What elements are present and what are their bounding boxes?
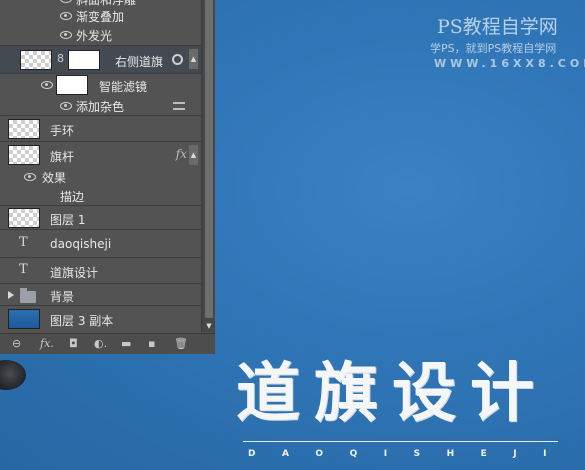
eye-icon[interactable] [41, 81, 53, 89]
link-layers-icon[interactable]: ⊖ [12, 337, 21, 351]
delete-layer-icon[interactable]: 🗑 [174, 337, 188, 351]
eye-icon[interactable] [24, 173, 36, 181]
eye-icon[interactable] [60, 0, 72, 3]
layer-name: 右侧道旗 [115, 55, 164, 69]
eye-icon[interactable] [60, 31, 72, 39]
new-group-icon[interactable]: ▬ [121, 337, 131, 351]
filter-options-icon[interactable] [173, 102, 185, 110]
flagpole-knob [0, 360, 26, 390]
layer-thumbnail [8, 145, 40, 165]
effect-label: 描边 [60, 190, 85, 204]
layer-right-flag[interactable]: 8 右侧道旗 ▲ [0, 46, 201, 74]
chevron-up-icon[interactable]: ▲ [189, 49, 198, 69]
watermark-url: WWW.16XX8.COM [434, 57, 585, 70]
group-background[interactable]: 背景 [0, 284, 201, 306]
layer-text-title[interactable]: T 道旗设计 [0, 258, 201, 284]
layer-thumbnail [20, 50, 52, 70]
layers-panel: 斜面和浮雕 渐变叠加 外发光 8 右侧道旗 ▲ 智能滤镜 添加杂色 手环 旗杆 … [0, 0, 215, 354]
watermark-slogan: 学PS，就到PS教程自学网 [430, 42, 557, 55]
filter-mask-thumbnail [56, 75, 88, 95]
adjustment-layer-icon[interactable]: ◐. [94, 337, 107, 351]
effects-group[interactable]: 效果 [0, 168, 201, 186]
new-layer-icon[interactable]: ▪ [148, 337, 155, 351]
expand-arrow-icon[interactable] [8, 291, 14, 299]
text-layer-icon: T [19, 262, 28, 277]
mask-thumbnail [68, 50, 100, 70]
folder-icon [20, 288, 36, 303]
canvas-title-art: 道旗设计 [236, 357, 548, 431]
layers-scrollbar[interactable]: ▼ [201, 0, 215, 332]
layers-list: 斜面和浮雕 渐变叠加 外发光 8 右侧道旗 ▲ 智能滤镜 添加杂色 手环 旗杆 … [0, 0, 201, 332]
layers-toolbar: ⊖ fx. ◘ ◐. ▬ ▪ 🗑 [0, 333, 215, 354]
title-rule [243, 441, 558, 442]
smart-object-icon [172, 54, 183, 65]
link-icon: 8 [57, 52, 64, 65]
chevron-up-icon[interactable]: ▲ [189, 145, 198, 165]
layer-thumbnail [8, 208, 40, 228]
canvas-subtitle: DAOQISHEJI [248, 449, 573, 459]
eye-icon[interactable] [60, 102, 72, 110]
layer-name: 道旗设计 [50, 266, 99, 280]
layer-text-daoqisheji[interactable]: T daoqisheji [0, 230, 201, 258]
effect-stroke[interactable]: 描边 [0, 186, 201, 206]
smart-filters-row[interactable]: 智能滤镜 [0, 74, 201, 96]
layer-name: 旗杆 [50, 150, 75, 164]
filter-label: 添加杂色 [76, 100, 125, 114]
layer-thumbnail [8, 119, 40, 139]
add-layer-style-icon[interactable]: fx. [40, 337, 54, 351]
layer-name: 图层 3 副本 [50, 314, 114, 328]
layer-flagpole[interactable]: 旗杆 fx ▲ [0, 142, 201, 168]
add-mask-icon[interactable]: ◘ [69, 337, 78, 351]
effect-label: 渐变叠加 [76, 10, 125, 24]
effects-label: 效果 [42, 171, 67, 185]
layer-3-copy[interactable]: 图层 3 副本 [0, 306, 201, 332]
layer-bracelet[interactable]: 手环 [0, 116, 201, 142]
layer-name: 手环 [50, 124, 75, 138]
layer-name: 背景 [50, 290, 75, 304]
layer-name: daoqisheji [50, 237, 112, 251]
layer-1[interactable]: 图层 1 [0, 206, 201, 230]
scrollbar-thumb[interactable] [205, 0, 213, 318]
layer-name: 图层 1 [50, 213, 86, 227]
eye-icon[interactable] [60, 12, 72, 20]
fx-icon[interactable]: fx [176, 147, 187, 161]
effect-label: 外发光 [76, 29, 113, 43]
text-layer-icon: T [19, 235, 28, 250]
watermark-title: PS教程自学网 [437, 16, 558, 38]
layer-thumbnail [8, 309, 40, 329]
filter-add-noise[interactable]: 添加杂色 [0, 96, 201, 116]
smart-filters-label: 智能滤镜 [99, 80, 148, 94]
scroll-down-arrow-icon[interactable]: ▼ [205, 322, 213, 330]
effect-outer-glow[interactable]: 外发光 [0, 24, 201, 46]
effect-gradient-overlay[interactable]: 渐变叠加 [0, 6, 201, 24]
